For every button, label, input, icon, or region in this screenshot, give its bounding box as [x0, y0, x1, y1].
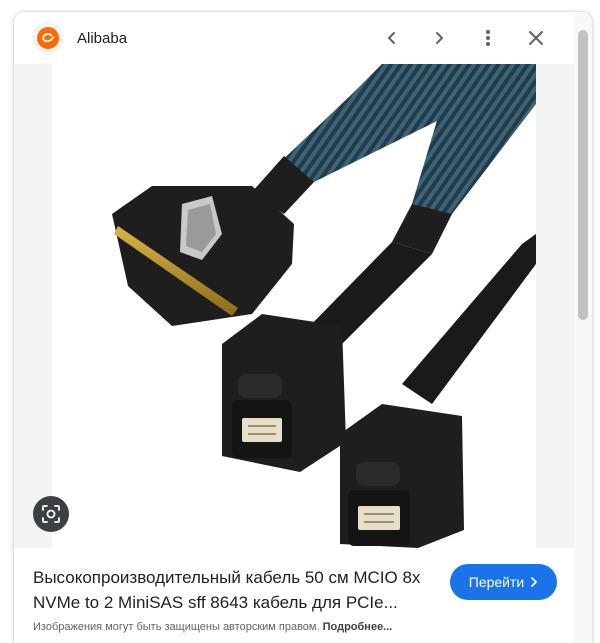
preview-image-area[interactable] — [14, 64, 574, 548]
cable-product-image — [112, 64, 536, 548]
site-name[interactable]: Alibaba — [77, 30, 127, 47]
copyright-text: Изображения могут быть защищены авторски… — [33, 621, 320, 633]
more-info-link[interactable]: Подробнее... — [323, 621, 393, 633]
chevron-right-icon — [436, 32, 443, 44]
next-button[interactable] — [425, 24, 453, 52]
visit-button-label: Перейти — [468, 574, 525, 590]
scrollbar-thumb[interactable] — [578, 30, 588, 320]
close-button[interactable] — [522, 24, 550, 52]
scrollbar[interactable] — [574, 12, 592, 643]
image-preview-panel: Alibaba Высокопроизводительный кабель 50… — [14, 12, 592, 643]
preview-header: Alibaba — [14, 12, 574, 64]
visit-button[interactable]: Перейти — [450, 564, 557, 600]
close-icon — [529, 31, 543, 45]
copyright-notice: Изображения могут быть защищены авторски… — [33, 621, 392, 633]
lens-search-button[interactable] — [33, 496, 69, 532]
result-title[interactable]: Высокопроизводительный кабель 50 см MCIO… — [33, 565, 443, 615]
chevron-left-icon — [388, 32, 395, 44]
site-logo[interactable] — [32, 22, 64, 54]
preview-image[interactable] — [52, 64, 536, 548]
previous-button[interactable] — [378, 24, 406, 52]
chevron-right-icon — [531, 577, 538, 587]
more-vert-icon — [486, 30, 490, 46]
image-search-icon — [42, 505, 60, 523]
more-options-button[interactable] — [474, 24, 502, 52]
alibaba-logo-icon — [37, 27, 59, 49]
